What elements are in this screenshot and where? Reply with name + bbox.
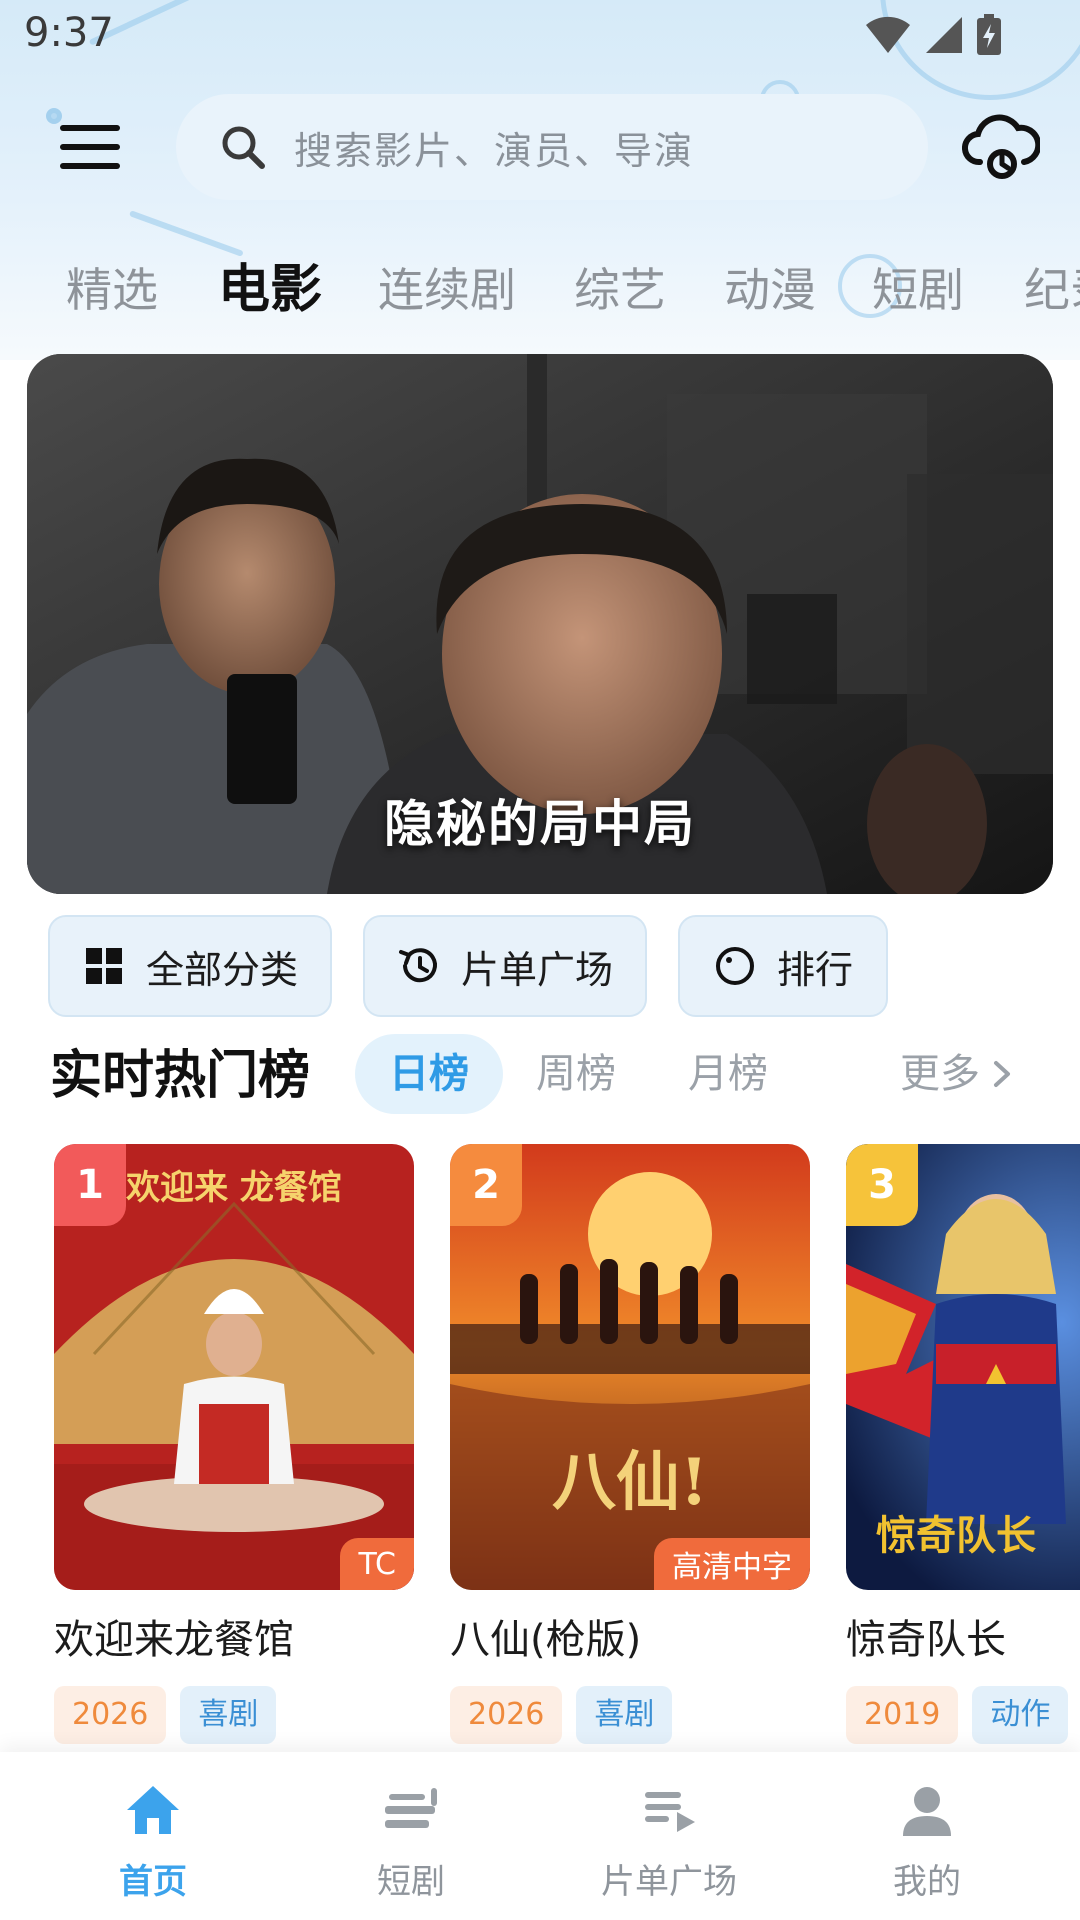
tab-anime[interactable]: 动漫 — [724, 250, 816, 330]
year-tag: 2026 — [54, 1686, 167, 1744]
nav-home[interactable]: 首页 — [18, 1752, 288, 1920]
nav-profile-label: 我的 — [893, 1862, 961, 1902]
status-time: 9:37 — [24, 10, 114, 56]
nav-short-drama[interactable]: 短剧 — [276, 1752, 546, 1920]
poster-text: 惊奇队长 — [876, 1513, 1036, 1559]
tab-weekly[interactable]: 周榜 — [536, 1034, 616, 1114]
movie-tags: 2026 喜剧 — [450, 1686, 810, 1744]
all-categories-label: 全部分类 — [145, 947, 298, 992]
grid-icon — [85, 948, 122, 984]
app-screen: 9:37 搜索影片、演员、导演 精选 电影 连续剧 综艺 动漫 短剧 纪 隐秘的… — [0, 0, 1080, 1920]
tab-series[interactable]: 连续剧 — [378, 250, 516, 330]
movie-title: 惊奇队长 — [846, 1617, 1006, 1663]
banner-title: 隐秘的局中局 — [384, 795, 696, 853]
movie-title: 欢迎来龙餐馆 — [54, 1617, 294, 1663]
clock-icon — [715, 947, 754, 985]
tab-short-drama[interactable]: 短剧 — [872, 250, 964, 330]
year-tag: 2019 — [846, 1686, 959, 1744]
nav-short-drama-label: 短剧 — [377, 1862, 445, 1902]
playlist-square-button[interactable]: 片单广场 — [363, 915, 647, 1017]
movie-card[interactable]: 八仙! 2 高清中字 八仙(枪版) 2026 喜剧 — [450, 1144, 810, 1744]
playlist-icon — [645, 1792, 695, 1832]
hot-rank-title: 实时热门榜 — [50, 1046, 311, 1106]
ranking-label: 排行 — [776, 947, 853, 992]
short-drama-icon — [385, 1788, 437, 1828]
poster-text: 欢迎来 龙餐馆 — [125, 1168, 342, 1208]
battery-icon — [977, 14, 1001, 55]
year-tag: 2026 — [450, 1686, 563, 1744]
profile-icon — [903, 1787, 951, 1836]
quality-badge: 高清中字 — [654, 1538, 810, 1590]
search-placeholder: 搜索影片、演员、导演 — [294, 128, 695, 173]
tab-monthly[interactable]: 月榜 — [688, 1034, 768, 1114]
tab-featured[interactable]: 精选 — [66, 250, 158, 330]
movie-tags: 2019 动作 — [846, 1686, 1080, 1744]
tab-variety[interactable]: 综艺 — [574, 250, 666, 330]
cloud-icon[interactable] — [962, 112, 1040, 182]
tab-movies[interactable]: 电影 — [218, 250, 322, 330]
status-icons — [864, 14, 1002, 56]
playlist-square-label: 片单广场 — [460, 947, 613, 992]
genre-tag: 喜剧 — [576, 1686, 673, 1744]
search-input[interactable]: 搜索影片、演员、导演 — [176, 94, 928, 200]
rank-badge: 3 — [846, 1144, 918, 1226]
rank-badge: 2 — [450, 1144, 522, 1226]
tab-daily[interactable]: 日榜 — [355, 1034, 503, 1114]
genre-tag: 喜剧 — [180, 1686, 277, 1744]
movie-tags: 2026 喜剧 — [54, 1686, 414, 1744]
nav-profile[interactable]: 我的 — [792, 1752, 1062, 1920]
tab-documentary[interactable]: 纪录片 — [1024, 250, 1080, 330]
poster-text: 八仙! — [552, 1445, 708, 1520]
home-icon — [127, 1786, 179, 1834]
rank-badge: 1 — [54, 1144, 126, 1226]
nav-home-label: 首页 — [119, 1862, 187, 1902]
bottom-navigation: 首页 短剧 片单广场 我的 — [0, 1752, 1080, 1920]
history-icon — [398, 948, 437, 983]
more-link[interactable]: 更多 — [900, 1034, 1014, 1114]
movie-poster: 惊奇队长 3 — [846, 1144, 1080, 1590]
movie-card[interactable]: 惊奇队长 3 惊奇队长 2019 动作 — [846, 1144, 1080, 1744]
signal-icon — [926, 17, 962, 53]
movie-card[interactable]: 欢迎来 龙餐馆 1 TC 欢迎来龙餐馆 2026 喜剧 — [54, 1144, 414, 1744]
search-icon — [222, 126, 265, 169]
status-bar: 9:37 — [0, 0, 1080, 72]
menu-icon[interactable] — [60, 125, 120, 169]
genre-tag: 动作 — [972, 1686, 1069, 1744]
category-tabs: 精选 电影 连续剧 综艺 动漫 短剧 纪录片 — [0, 250, 1080, 330]
quality-badge: TC — [340, 1538, 414, 1590]
chevron-right-icon — [994, 1061, 1010, 1087]
ranking-button[interactable]: 排行 — [678, 915, 888, 1017]
wifi-icon — [866, 16, 910, 53]
movie-title: 八仙(枪版) — [450, 1617, 642, 1663]
featured-banner[interactable]: 隐秘的局中局 — [27, 354, 1053, 894]
all-categories-button[interactable]: 全部分类 — [48, 915, 332, 1017]
more-label: 更多 — [900, 1051, 980, 1097]
movie-poster: 欢迎来 龙餐馆 1 TC — [54, 1144, 414, 1590]
nav-playlist[interactable]: 片单广场 — [534, 1752, 804, 1920]
nav-playlist-label: 片单广场 — [601, 1862, 737, 1902]
movie-poster: 八仙! 2 高清中字 — [450, 1144, 810, 1590]
